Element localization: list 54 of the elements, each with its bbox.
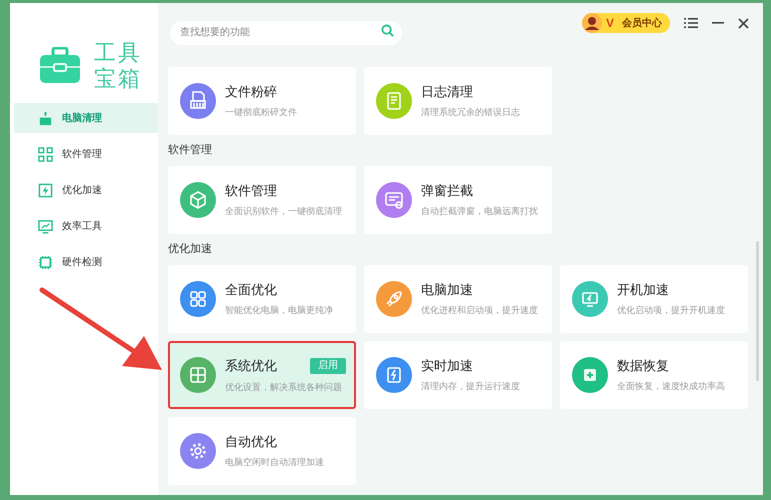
section-heading: 优化加速 xyxy=(168,242,213,258)
vip-mark: V xyxy=(606,15,614,32)
sidebar-item[interactable]: 硬件检测 xyxy=(14,247,158,277)
card-title: 日志清理 xyxy=(421,84,473,99)
card-title: 实时加速 xyxy=(421,358,473,373)
tool-card[interactable]: 全面优化 智能优化电脑，电脑更纯净 xyxy=(168,265,356,333)
tool-card[interactable]: 日志清理 清理系统冗余的错误日志 xyxy=(364,67,552,135)
menu-icon[interactable] xyxy=(684,17,698,29)
vip-badge[interactable]: V 会员中心 xyxy=(582,13,670,33)
card-description: 优化启动项，提升开机速度 xyxy=(617,305,726,316)
card-title: 全面优化 xyxy=(225,282,277,297)
card-title: 软件管理 xyxy=(225,183,277,198)
close-icon[interactable] xyxy=(738,18,749,28)
sidebar-item[interactable]: 优化加速 xyxy=(14,175,158,205)
tool-card[interactable]: 实时加速 清理内存，提升运行速度 xyxy=(364,341,552,409)
card-title: 文件粉碎 xyxy=(225,84,277,99)
tool-card[interactable]: 系统优化 启用 优化设置，解决系统各种问题 xyxy=(168,341,356,409)
card-description: 自动拦截弹窗，电脑远离打扰 xyxy=(421,206,539,217)
card-description: 清理系统冗余的错误日志 xyxy=(421,107,521,118)
card-title: 自动优化 xyxy=(225,434,277,449)
chip-icon xyxy=(38,254,53,270)
card-title: 弹窗拦截 xyxy=(421,183,473,198)
vip-label: 会员中心 xyxy=(622,16,662,30)
card-title: 数据恢复 xyxy=(617,358,669,373)
tool-card[interactable]: 数据恢复 全面恢复，速度快成功率高 xyxy=(560,341,748,409)
avatar-icon xyxy=(582,13,602,33)
monitor-icon xyxy=(38,218,53,234)
scrollbar[interactable] xyxy=(756,241,759,381)
toolbox-icon xyxy=(38,47,82,85)
card-description: 一键彻底粉碎文件 xyxy=(225,107,298,118)
sidebar-item[interactable]: 效率工具 xyxy=(14,211,158,241)
search-field[interactable]: 查找想要的功能 xyxy=(170,20,402,44)
card-description: 优化设置，解决系统各种问题 xyxy=(225,382,343,392)
card-description: 全面识别软件，一键彻底清理 xyxy=(225,206,343,217)
card-description: 电脑空闲时自动清理加速 xyxy=(225,457,325,468)
card-description: 清理内存，提升运行速度 xyxy=(421,381,521,392)
sidebar-item[interactable]: 软件管理 xyxy=(14,139,158,169)
grid-icon xyxy=(38,146,53,162)
card-title: 系统优化 xyxy=(225,358,277,373)
minimize-icon[interactable] xyxy=(712,22,724,24)
tool-card[interactable]: 电脑加速 优化进程和启动项，提升速度 xyxy=(364,265,552,333)
card-title: 电脑加速 xyxy=(421,282,473,297)
tool-card[interactable]: 开机加速 优化启动项，提升开机速度 xyxy=(560,265,748,333)
section-heading: 软件管理 xyxy=(168,143,213,158)
card-title: 开机加速 xyxy=(617,282,669,297)
tool-card[interactable]: 自动优化 电脑空闲时自动清理加速 xyxy=(168,417,356,485)
card-description: 智能优化电脑，电脑更纯净 xyxy=(225,305,334,316)
lightning-icon xyxy=(38,182,53,198)
app-title: 工具宝箱 xyxy=(94,40,142,92)
card-description: 优化进程和启动项，提升速度 xyxy=(421,305,539,316)
tool-card[interactable]: 文件粉碎 一键彻底粉碎文件 xyxy=(168,67,356,135)
card-description: 全面恢复，速度快成功率高 xyxy=(617,381,726,392)
tool-card[interactable]: 弹窗拦截 自动拦截弹窗，电脑远离打扰 xyxy=(364,166,552,234)
tool-card[interactable]: 软件管理 全面识别软件，一键彻底清理 xyxy=(168,166,356,234)
